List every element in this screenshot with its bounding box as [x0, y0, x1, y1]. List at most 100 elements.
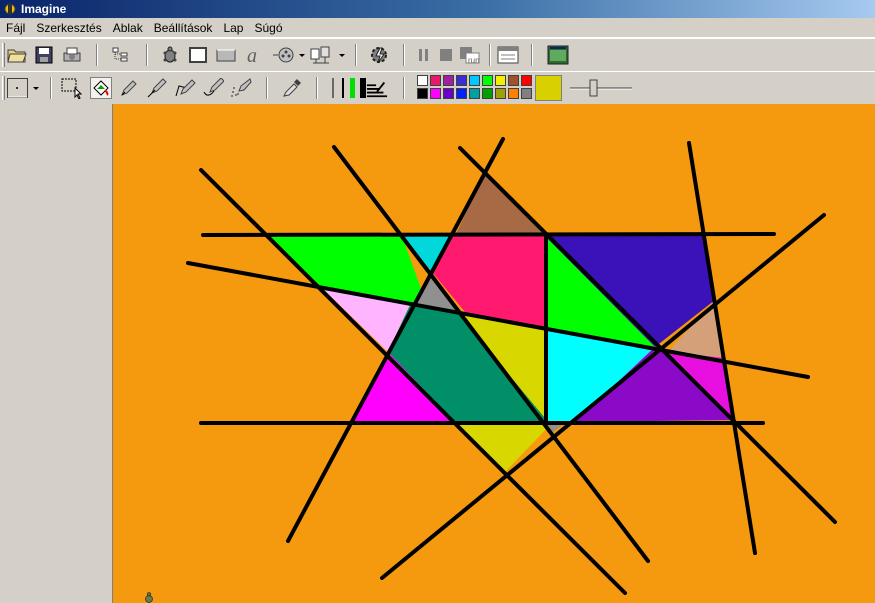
menu-edit[interactable]: Szerkesztés — [30, 21, 106, 35]
palette-swatch[interactable] — [456, 88, 467, 99]
menu-settings[interactable]: Beállítások — [148, 21, 218, 35]
printer-icon — [63, 47, 81, 62]
stop-icon — [440, 49, 452, 61]
tree-view-button[interactable] — [110, 44, 132, 66]
color-picker-button[interactable] — [281, 77, 303, 99]
select-tool-button[interactable] — [60, 77, 82, 99]
pen-tool-button[interactable] — [118, 77, 140, 99]
open-button[interactable] — [6, 44, 28, 66]
menu-window[interactable]: Ablak — [107, 21, 148, 35]
palette-swatch[interactable] — [417, 88, 428, 99]
toolbar-separator — [531, 44, 533, 66]
selection-cursor-icon — [61, 78, 82, 99]
palette-swatch[interactable] — [469, 88, 480, 99]
page-settings-button[interactable] — [497, 44, 519, 66]
object-tree-icon — [310, 46, 345, 64]
pen-line-icon — [147, 78, 167, 98]
toolbar-separator — [403, 44, 405, 66]
imagine-app-icon — [4, 3, 16, 15]
palette-swatch[interactable] — [443, 88, 454, 99]
print-button[interactable] — [61, 44, 83, 66]
run-button[interactable]: run — [458, 44, 480, 66]
spray-icon — [231, 78, 252, 97]
selected-color-box[interactable] — [535, 75, 562, 101]
save-button[interactable] — [33, 44, 55, 66]
events-button[interactable] — [368, 44, 390, 66]
palette-swatch[interactable] — [430, 75, 441, 86]
pen-icon — [121, 80, 137, 96]
menu-help[interactable]: Súgó — [248, 21, 287, 35]
palette-swatch[interactable] — [417, 75, 428, 86]
palette-swatch[interactable] — [521, 88, 532, 99]
new-text-button[interactable]: a — [243, 44, 265, 66]
pause-button[interactable] — [413, 44, 435, 66]
floppy-disk-icon — [35, 46, 53, 64]
lightning-gear-icon — [371, 47, 387, 64]
pen-size-icon — [7, 78, 39, 98]
palette-swatch[interactable] — [443, 75, 454, 86]
toolbar-separator — [489, 44, 491, 66]
menu-file[interactable]: Fájl — [0, 21, 30, 35]
palette-swatch[interactable] — [456, 75, 467, 86]
new-object-dropdown[interactable] — [309, 44, 347, 66]
side-panel — [0, 104, 113, 603]
toolbar-separator — [403, 77, 405, 99]
palette-swatch[interactable] — [495, 88, 506, 99]
pause-icon — [419, 49, 428, 61]
toolbar-grip[interactable] — [2, 43, 5, 67]
svg-text:a: a — [247, 45, 257, 65]
menu-page[interactable]: Lap — [217, 21, 248, 35]
toolbar-separator — [266, 77, 268, 99]
color-palette — [417, 75, 537, 101]
line-style-button[interactable] — [366, 77, 388, 99]
window-display-icon — [547, 45, 569, 65]
tree-structure-icon — [112, 47, 128, 62]
fill-tool-button[interactable] — [90, 77, 112, 99]
menu-bar: Fájl Szerkesztés Ablak Beállítások Lap S… — [0, 18, 875, 38]
polygon-tool-button[interactable] — [174, 77, 196, 99]
stop-button[interactable] — [435, 44, 457, 66]
drawing-toolbar — [0, 71, 875, 105]
toolbar-separator — [355, 44, 357, 66]
speed-slider[interactable] — [570, 78, 634, 98]
new-media-dropdown[interactable] — [272, 44, 306, 66]
folder-open-icon — [7, 49, 27, 63]
palette-swatch[interactable] — [482, 88, 493, 99]
palette-swatch[interactable] — [482, 75, 493, 86]
toolbar-separator — [146, 44, 148, 66]
drawing-canvas[interactable] — [113, 104, 875, 603]
new-button-object[interactable] — [215, 44, 237, 66]
title-bar: Imagine — [0, 0, 875, 18]
film-reel-icon — [273, 47, 305, 63]
toolbar-separator — [316, 77, 318, 99]
stair-lines-icon — [366, 81, 388, 98]
pen-curve-icon — [203, 78, 224, 96]
palette-swatch[interactable] — [495, 75, 506, 86]
palette-swatch[interactable] — [469, 75, 480, 86]
pen-size-dropdown[interactable] — [7, 77, 43, 99]
line-horizontal-top — [201, 232, 776, 237]
turtle-icon[interactable] — [143, 592, 155, 603]
new-pane-button[interactable] — [187, 44, 209, 66]
new-turtle-button[interactable] — [159, 44, 181, 66]
spray-tool-button[interactable] — [230, 77, 252, 99]
palette-swatch[interactable] — [521, 75, 532, 86]
toolbar-grip[interactable] — [2, 76, 5, 100]
pen-polygon-icon — [175, 79, 196, 97]
palette-swatch[interactable] — [508, 75, 519, 86]
curve-tool-button[interactable] — [202, 77, 224, 99]
palette-swatch[interactable] — [508, 88, 519, 99]
toolbar-separator — [50, 77, 52, 99]
text-letter-icon: a — [247, 45, 257, 65]
window-title: Imagine — [21, 2, 67, 16]
pane-icon — [189, 47, 207, 63]
eyedropper-icon — [283, 79, 301, 97]
line-tool-button[interactable] — [146, 77, 168, 99]
run-label: run — [468, 56, 480, 65]
main-toolbar: a run — [0, 38, 875, 72]
toolbar-separator — [96, 44, 98, 66]
palette-swatch[interactable] — [430, 88, 441, 99]
slider-track-icon — [570, 79, 632, 97]
presentation-button[interactable] — [547, 44, 569, 66]
turtle-icon — [163, 46, 177, 63]
